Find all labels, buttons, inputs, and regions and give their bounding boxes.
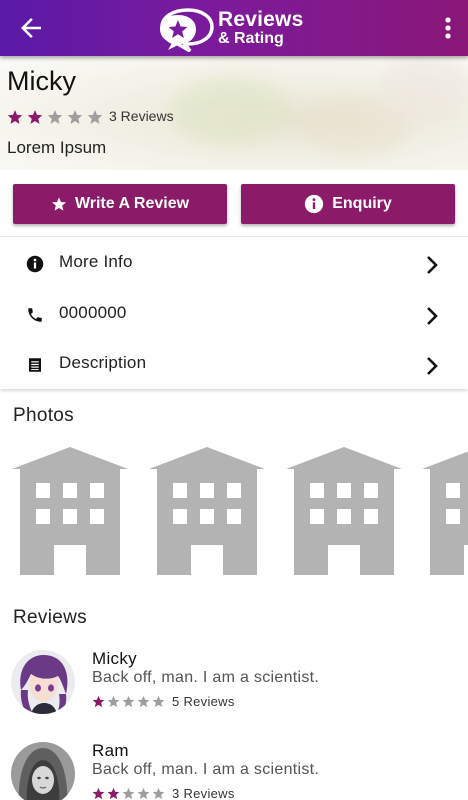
info-row-description[interactable]: Description [0,339,468,389]
chat-star-logo-icon [160,8,214,52]
document-icon [29,358,41,372]
star-empty-icon [122,695,135,708]
info-row-more-info[interactable]: More Info [0,238,468,288]
avatar [11,742,75,800]
photo-thumbnail[interactable] [12,447,128,575]
info-row-label: More Info [59,252,133,271]
info-icon [26,255,44,273]
chevron-right-icon [427,256,438,274]
reviews-section-title: Reviews [13,607,87,628]
info-row-phone[interactable]: 0000000 [0,289,468,339]
star-empty-icon [137,787,150,800]
review-count: 3 Reviews [172,786,235,800]
photo-thumbnail[interactable] [422,447,468,575]
write-review-label: Write A Review [74,195,190,212]
review-list-item[interactable]: Micky Back off, man. I am a scientist. 5… [0,648,468,728]
info-list: More Info 0000000 Description [0,236,468,389]
star-filled-icon [107,787,120,800]
arrow-left-icon [21,18,41,38]
star-filled-icon [92,787,105,800]
enquiry-button[interactable]: Enquiry [241,184,455,224]
star-empty-icon [107,695,120,708]
logo-subtitle: & Rating [218,30,284,47]
building-icon [422,451,468,575]
app-logo: Reviews & Rating [158,6,318,52]
info-circle-icon [305,194,324,214]
review-text: Back off, man. I am a scientist. [92,761,320,778]
app-bar: Reviews & Rating [0,0,468,56]
hooded-girl-avatar-icon [11,742,75,800]
star-filled-icon [92,695,105,708]
star-empty-icon [152,695,165,708]
star-filled-icon [7,110,23,124]
overflow-menu-button[interactable] [442,14,454,42]
more-vertical-icon [445,17,451,39]
star-filled-icon [27,110,43,124]
profile-name: Micky [7,66,76,96]
review-rating-stars [92,695,165,708]
photo-thumbnail[interactable] [286,447,402,575]
enquiry-label: Enquiry [332,195,392,212]
chevron-right-icon [427,357,438,375]
building-icon [286,447,402,575]
star-empty-icon [87,110,103,124]
chevron-right-icon [427,307,438,325]
review-list-item[interactable]: Ram Back off, man. I am a scientist. 3 R… [0,740,468,800]
write-review-button[interactable]: Write A Review [13,184,227,224]
star-empty-icon [152,787,165,800]
building-icon [149,447,265,575]
hero-background-blur [380,56,468,126]
star-empty-icon [122,787,135,800]
profile-rating-stars [7,109,103,125]
back-button[interactable] [16,13,46,43]
info-row-label: 0000000 [59,303,127,322]
profile-header: Micky 3 Reviews Lorem Ipsum [0,56,468,170]
anime-girl-avatar-icon [11,650,75,714]
building-icon [12,447,128,575]
star-empty-icon [137,695,150,708]
review-count: 5 Reviews [172,694,235,709]
hero-background-blur [170,76,290,146]
star-empty-icon [47,110,63,124]
review-author-name: Ram [92,741,129,760]
profile-tagline: Lorem Ipsum [7,138,107,157]
review-text: Back off, man. I am a scientist. [92,669,320,686]
star-empty-icon [67,110,83,124]
avatar [11,650,75,714]
review-author-name: Micky [92,649,137,668]
star-icon [51,197,66,211]
review-rating-stars [92,787,165,800]
info-row-label: Description [59,353,147,372]
logo-title: Reviews [218,8,304,31]
phone-icon [28,308,42,322]
photos-section-title: Photos [13,405,74,426]
profile-review-count[interactable]: 3 Reviews [109,108,174,124]
photo-thumbnail[interactable] [149,447,265,575]
